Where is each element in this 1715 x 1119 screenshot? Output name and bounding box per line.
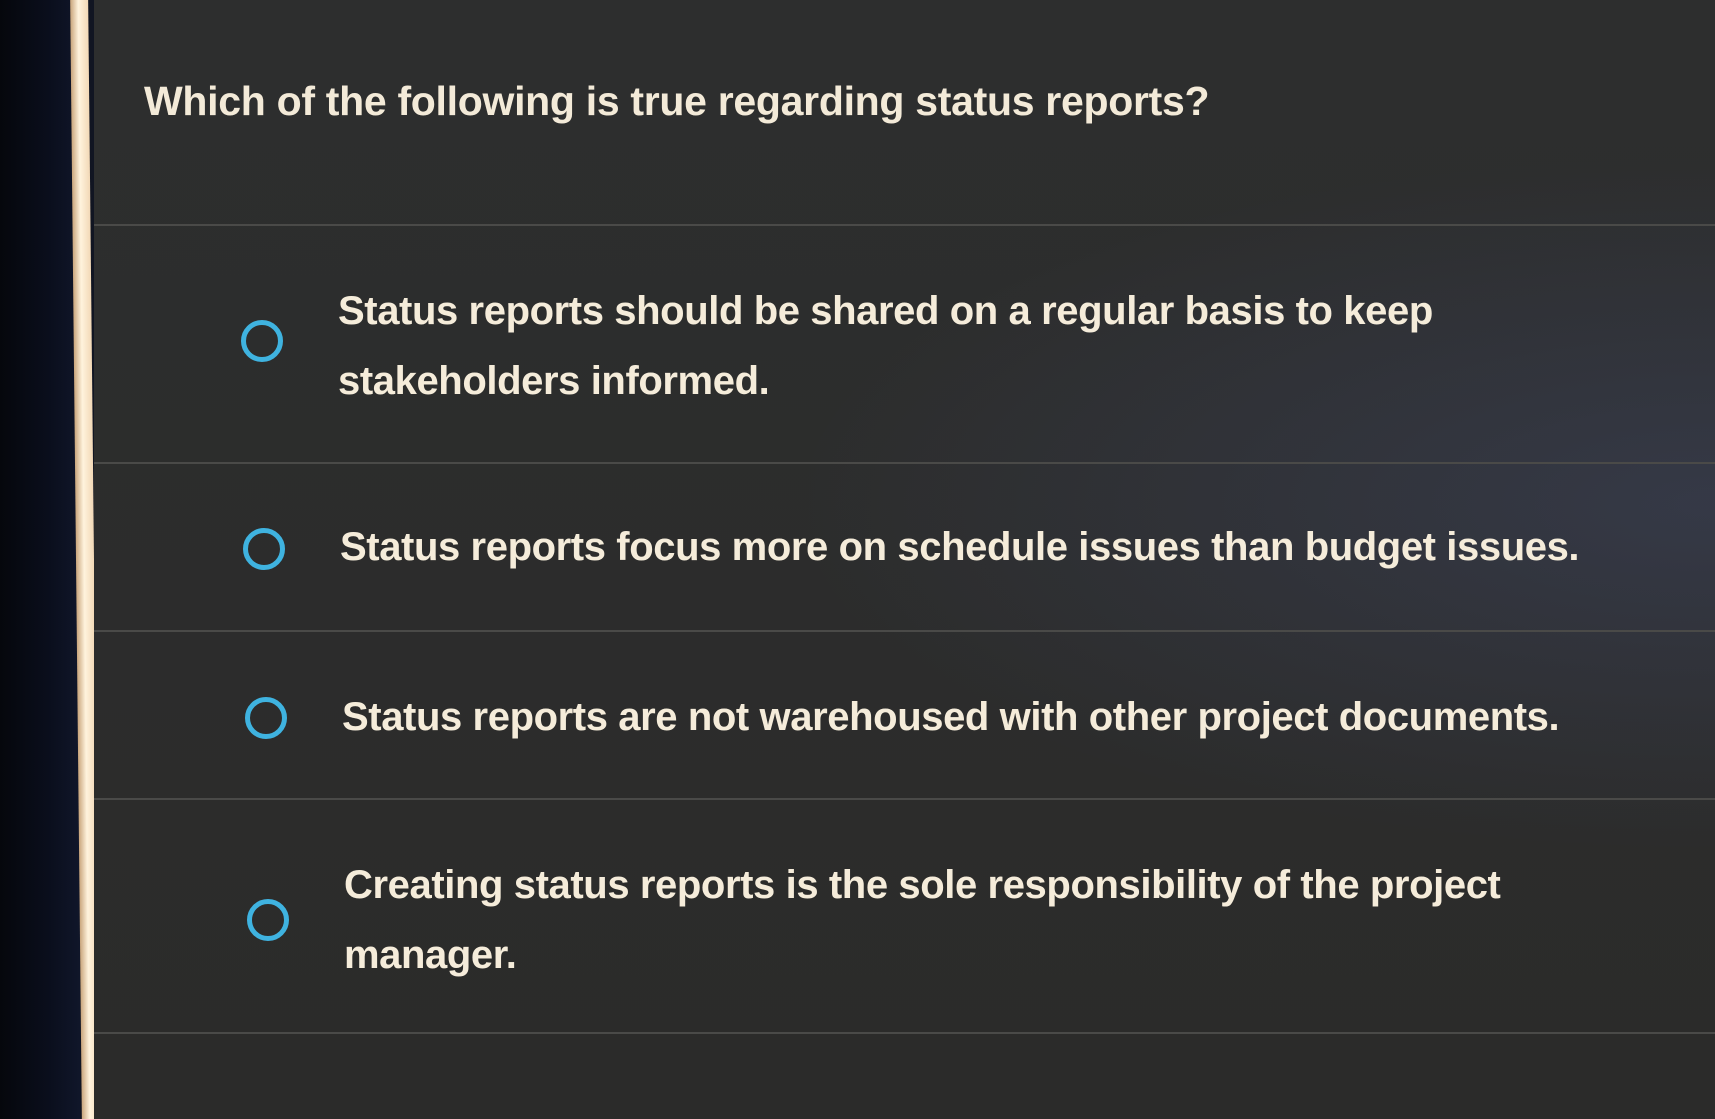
- answer-option-4[interactable]: Creating status reports is the sole resp…: [94, 800, 1715, 1032]
- answer-option-label: Status reports focus more on schedule is…: [340, 525, 1580, 569]
- radio-unselected-icon[interactable]: [247, 899, 289, 941]
- answer-option-label: Status reports should be shared on a reg…: [338, 289, 1433, 403]
- screen: Which of the following is true regarding…: [0, 0, 1715, 1119]
- divider: [94, 1032, 1715, 1034]
- answer-option-label: Status reports are not warehoused with o…: [342, 695, 1560, 739]
- answer-option-1[interactable]: Status reports should be shared on a reg…: [94, 226, 1715, 462]
- answer-option-label: Creating status reports is the sole resp…: [344, 863, 1501, 977]
- question-text: Which of the following is true regarding…: [144, 78, 1210, 124]
- radio-unselected-icon[interactable]: [243, 528, 285, 570]
- answer-option-2[interactable]: Status reports focus more on schedule is…: [94, 464, 1715, 630]
- radio-unselected-icon[interactable]: [245, 697, 287, 739]
- radio-unselected-icon[interactable]: [241, 320, 283, 362]
- left-bezel: [0, 0, 80, 1119]
- question-panel: Which of the following is true regarding…: [94, 0, 1715, 1119]
- answer-option-3[interactable]: Status reports are not warehoused with o…: [94, 632, 1715, 798]
